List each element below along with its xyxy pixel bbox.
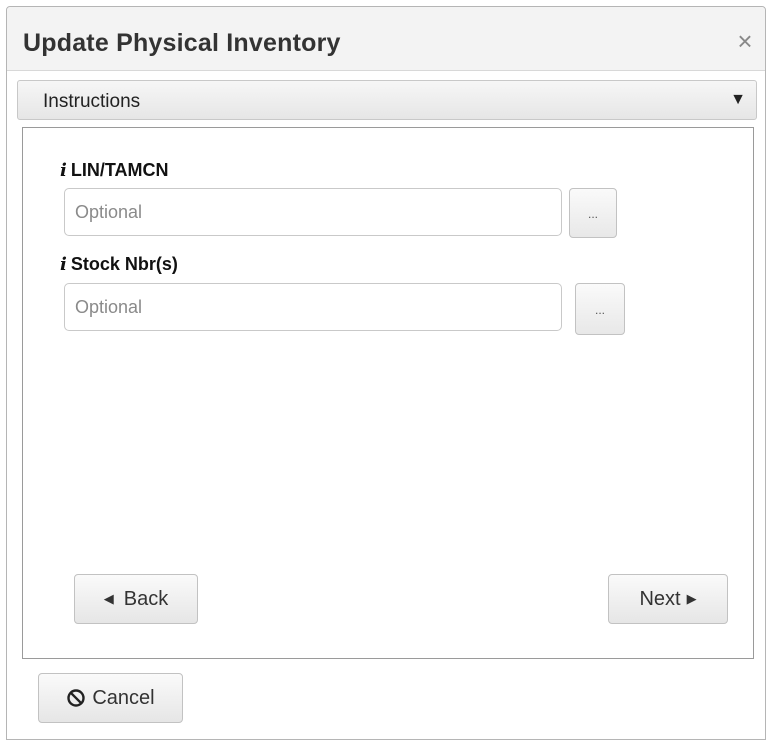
next-button-label: Next <box>639 587 681 610</box>
stock-nbr-input[interactable] <box>64 283 562 331</box>
cancel-button-label: Cancel <box>92 686 155 709</box>
back-button[interactable]: ◀ Back <box>74 574 198 624</box>
stock-nbr-label: i Stock Nbr(s) <box>60 254 178 275</box>
stock-nbr-lookup-button[interactable]: ... <box>575 283 625 335</box>
dialog-titlebar: Update Physical Inventory × <box>7 7 765 71</box>
instructions-toggle[interactable]: Instructions ▼ <box>17 80 757 120</box>
update-physical-inventory-dialog: Update Physical Inventory × Instructions… <box>6 6 766 740</box>
instructions-label: Instructions <box>43 91 141 112</box>
form-panel: iLIN/TAMCN ... iStock Nbr(s) ... ◀ Back … <box>22 127 754 659</box>
info-icon[interactable]: i <box>60 160 67 181</box>
stock-nbr-label-text: Stock Nbr(s) <box>70 254 178 274</box>
next-button[interactable]: Next ▶ <box>608 574 728 624</box>
lin-tamcn-input[interactable] <box>64 188 562 236</box>
lin-tamcn-lookup-button[interactable]: ... <box>569 188 617 238</box>
dialog-title: Update Physical Inventory <box>23 29 341 57</box>
back-button-label: Back <box>123 587 169 610</box>
info-icon[interactable]: i <box>60 254 67 275</box>
cancel-button[interactable]: Cancel <box>38 673 183 723</box>
triangle-left-icon: ◀ <box>103 591 114 606</box>
triangle-right-icon: ▶ <box>686 591 697 606</box>
close-icon[interactable]: × <box>731 25 759 57</box>
lin-tamcn-label: i LIN/TAMCN <box>60 160 169 181</box>
cancel-circle-slash-icon <box>67 689 86 707</box>
chevron-down-icon: ▼ <box>730 91 746 108</box>
lin-tamcn-label-text: LIN/TAMCN <box>70 160 169 180</box>
